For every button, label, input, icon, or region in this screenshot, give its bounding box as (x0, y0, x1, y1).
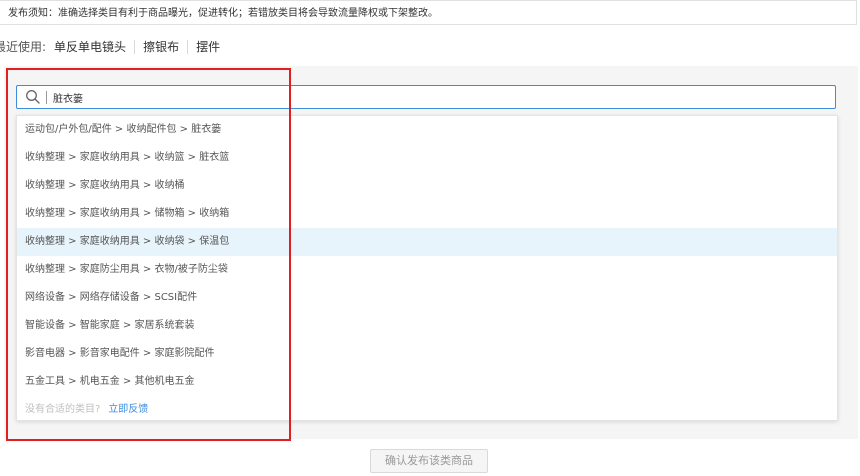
recent-label: 最近使用: (0, 40, 47, 54)
result-option[interactable]: 智能设备 > 智能家庭 > 家居系统套装 (17, 312, 837, 340)
search-icon (26, 90, 40, 104)
result-option[interactable]: 网络设备 > 网络存储设备 > SCSI配件 (17, 284, 837, 312)
feedback-row: 没有合适的类目? 立即反馈 (25, 403, 148, 417)
result-option[interactable]: 五金工具 > 机电五金 > 其他机电五金 (17, 368, 837, 396)
category-search-box[interactable] (16, 85, 836, 109)
recent-item-cloth[interactable]: 擦银布 (143, 37, 179, 57)
search-results-dropdown: 运动包/户外包/配件 > 收纳配件包 > 脏衣篓 收纳整理 > 家庭收纳用具 >… (16, 115, 838, 421)
divider (187, 40, 189, 54)
result-option[interactable]: 收纳整理 > 家庭收纳用具 > 储物箱 > 收纳箱 (17, 200, 837, 228)
result-option[interactable]: 收纳整理 > 家庭收纳用具 > 收纳桶 (17, 172, 837, 200)
recent-item-lens[interactable]: 单反单电镜头 (54, 37, 126, 57)
result-option-highlighted[interactable]: 收纳整理 > 家庭收纳用具 > 收纳袋 > 保温包 (17, 228, 837, 256)
confirm-publish-button[interactable]: 确认发布该类商品 (370, 449, 488, 473)
no-category-text: 没有合适的类目? (25, 404, 101, 415)
text-cursor (46, 90, 47, 104)
search-input[interactable] (53, 91, 835, 103)
recent-item-ornament[interactable]: 摆件 (196, 37, 220, 57)
result-option[interactable]: 影音电器 > 影音家电配件 > 家庭影院配件 (17, 340, 837, 368)
divider (134, 40, 136, 54)
result-option[interactable]: 运动包/户外包/配件 > 收纳配件包 > 脏衣篓 (17, 116, 837, 144)
result-option[interactable]: 收纳整理 > 家庭防尘用具 > 衣物/被子防尘袋 (17, 256, 837, 284)
result-option[interactable]: 收纳整理 > 家庭收纳用具 > 收纳篮 > 脏衣篮 (17, 144, 837, 172)
feedback-link[interactable]: 立即反馈 (108, 404, 148, 415)
recent-categories: 最近使用: 单反单电镜头 擦银布 摆件 (0, 37, 220, 57)
publish-notice: 发布须知：准确选择类目有利于商品曝光，促进转化；若错放类目将会导致流量降权或下架… (0, 0, 857, 25)
